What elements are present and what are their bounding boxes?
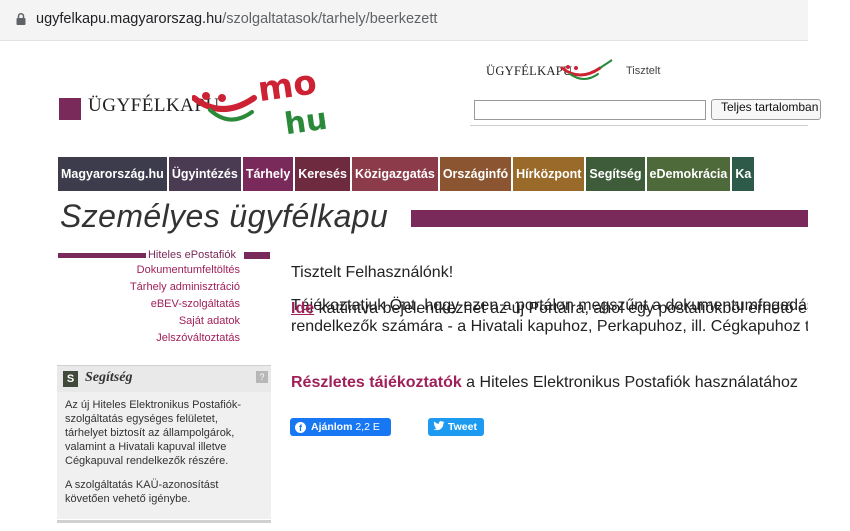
logo-square: [59, 98, 81, 120]
help-toggle-icon[interactable]: ?: [256, 371, 268, 383]
sidebar-item-3[interactable]: Saját adatok: [58, 313, 270, 330]
sidebar-item-4[interactable]: Jelszóváltoztatás: [58, 330, 270, 347]
main-navigation: Magyarország.hu Ügyintézés Tárhely Keresés K…: [58, 157, 808, 191]
mo-hu-logo-icon[interactable]: mo hu: [192, 58, 342, 138]
page-title: Személyes ügyfélkapu: [60, 198, 389, 234]
search-full-content-button[interactable]: Teljes tartalomban: [711, 99, 821, 120]
new-portal-link[interactable]: Ide: [291, 300, 314, 317]
nav-item-9[interactable]: Ka: [732, 157, 755, 191]
logo-art-hu: hu: [282, 102, 329, 138]
help-paragraph-2: A szolgáltatás KAÜ-azonosítást követően …: [65, 479, 219, 505]
lock-icon: [16, 12, 26, 25]
sidebar-item-1[interactable]: Tárhely adminisztráció: [58, 279, 270, 296]
sidebar-item-0[interactable]: Dokumentumfeltöltés: [58, 262, 270, 279]
url-path: /szolgaltatasok/tarhely/beerkezett: [222, 11, 438, 27]
new-portal-text-1: kattintva bejelentkezhet az új Portálra,…: [318, 300, 808, 317]
small-smile-logo-icon: [560, 59, 613, 80]
active-bar-right: [244, 252, 270, 259]
new-portal-text-2: rendelkezők számára - a Hivatali kapuhoz…: [291, 318, 808, 335]
nav-item-2[interactable]: Tárhely: [242, 157, 294, 191]
help-box-header: S Segítség ?: [57, 365, 271, 393]
title-accent-bar: [411, 210, 808, 227]
url-domain: ugyfelkapu.magyarorszag.hu: [36, 11, 223, 27]
details-link[interactable]: Részletes tájékoztatók: [291, 374, 462, 388]
twitter-bird-icon: [433, 421, 445, 431]
nav-item-4[interactable]: Közigazgatás: [351, 157, 438, 191]
facebook-like-button[interactable]: f Ajánlom 2,2 E: [290, 418, 391, 436]
active-bar-left: [58, 253, 148, 258]
sidebar-menu: Hiteles ePostafiók Dokumentumfeltöltés Tá…: [58, 248, 270, 347]
nav-item-6[interactable]: Hírközpont: [513, 157, 585, 191]
main-content: Tisztelt Felhasználónk! Tájékoztatjuk Ön…: [291, 248, 808, 388]
search-input[interactable]: [474, 100, 706, 120]
new-portal-paragraph: Ide kattintva bejelentkezhet az új Portá…: [291, 300, 808, 336]
help-title: Segítség: [85, 370, 133, 385]
help-box-footer: [57, 520, 271, 523]
salutation: Tisztelt Felhasználónk!: [291, 264, 454, 281]
sidebar-item-2[interactable]: eBEV-szolgáltatás: [58, 296, 270, 313]
sidebar-item-active[interactable]: Hiteles ePostafiók: [58, 248, 270, 262]
tweet-label: Tweet: [448, 421, 477, 433]
sidebar-item-active-label: Hiteles ePostafiók: [145, 249, 238, 261]
user-greeting: Tisztelt: [626, 65, 661, 77]
header-divider: [470, 125, 808, 126]
nav-item-3[interactable]: Keresés: [295, 157, 350, 191]
nav-item-5[interactable]: Országinfó: [439, 157, 512, 191]
tweet-button[interactable]: Tweet: [428, 418, 484, 436]
url-text[interactable]: ugyfelkapu.magyarorszag.hu/szolgaltataso…: [36, 11, 437, 27]
details-text: a Hiteles Elektronikus Postafiók használ…: [461, 374, 798, 388]
browser-address-bar[interactable]: ugyfelkapu.magyarorszag.hu/szolgaltataso…: [0, 0, 808, 41]
nav-item-1[interactable]: Ügyintézés: [168, 157, 241, 191]
nav-item-8[interactable]: eDemokrácia: [646, 157, 731, 191]
details-paragraph: Részletes tájékoztatók a Hiteles Elektro…: [291, 374, 798, 388]
nav-item-7[interactable]: Segítség: [586, 157, 645, 191]
facebook-count: 2,2 E: [355, 421, 380, 433]
help-paragraph-1: Az új Hiteles Elektronikus Postafiók-szo…: [65, 399, 242, 467]
help-box-body: Az új Hiteles Elektronikus Postafiók-szo…: [57, 392, 271, 519]
help-badge: S: [63, 371, 78, 387]
facebook-label: Ajánlom: [311, 421, 353, 433]
facebook-icon: f: [295, 422, 306, 433]
nav-item-0[interactable]: Magyarország.hu: [58, 157, 167, 191]
